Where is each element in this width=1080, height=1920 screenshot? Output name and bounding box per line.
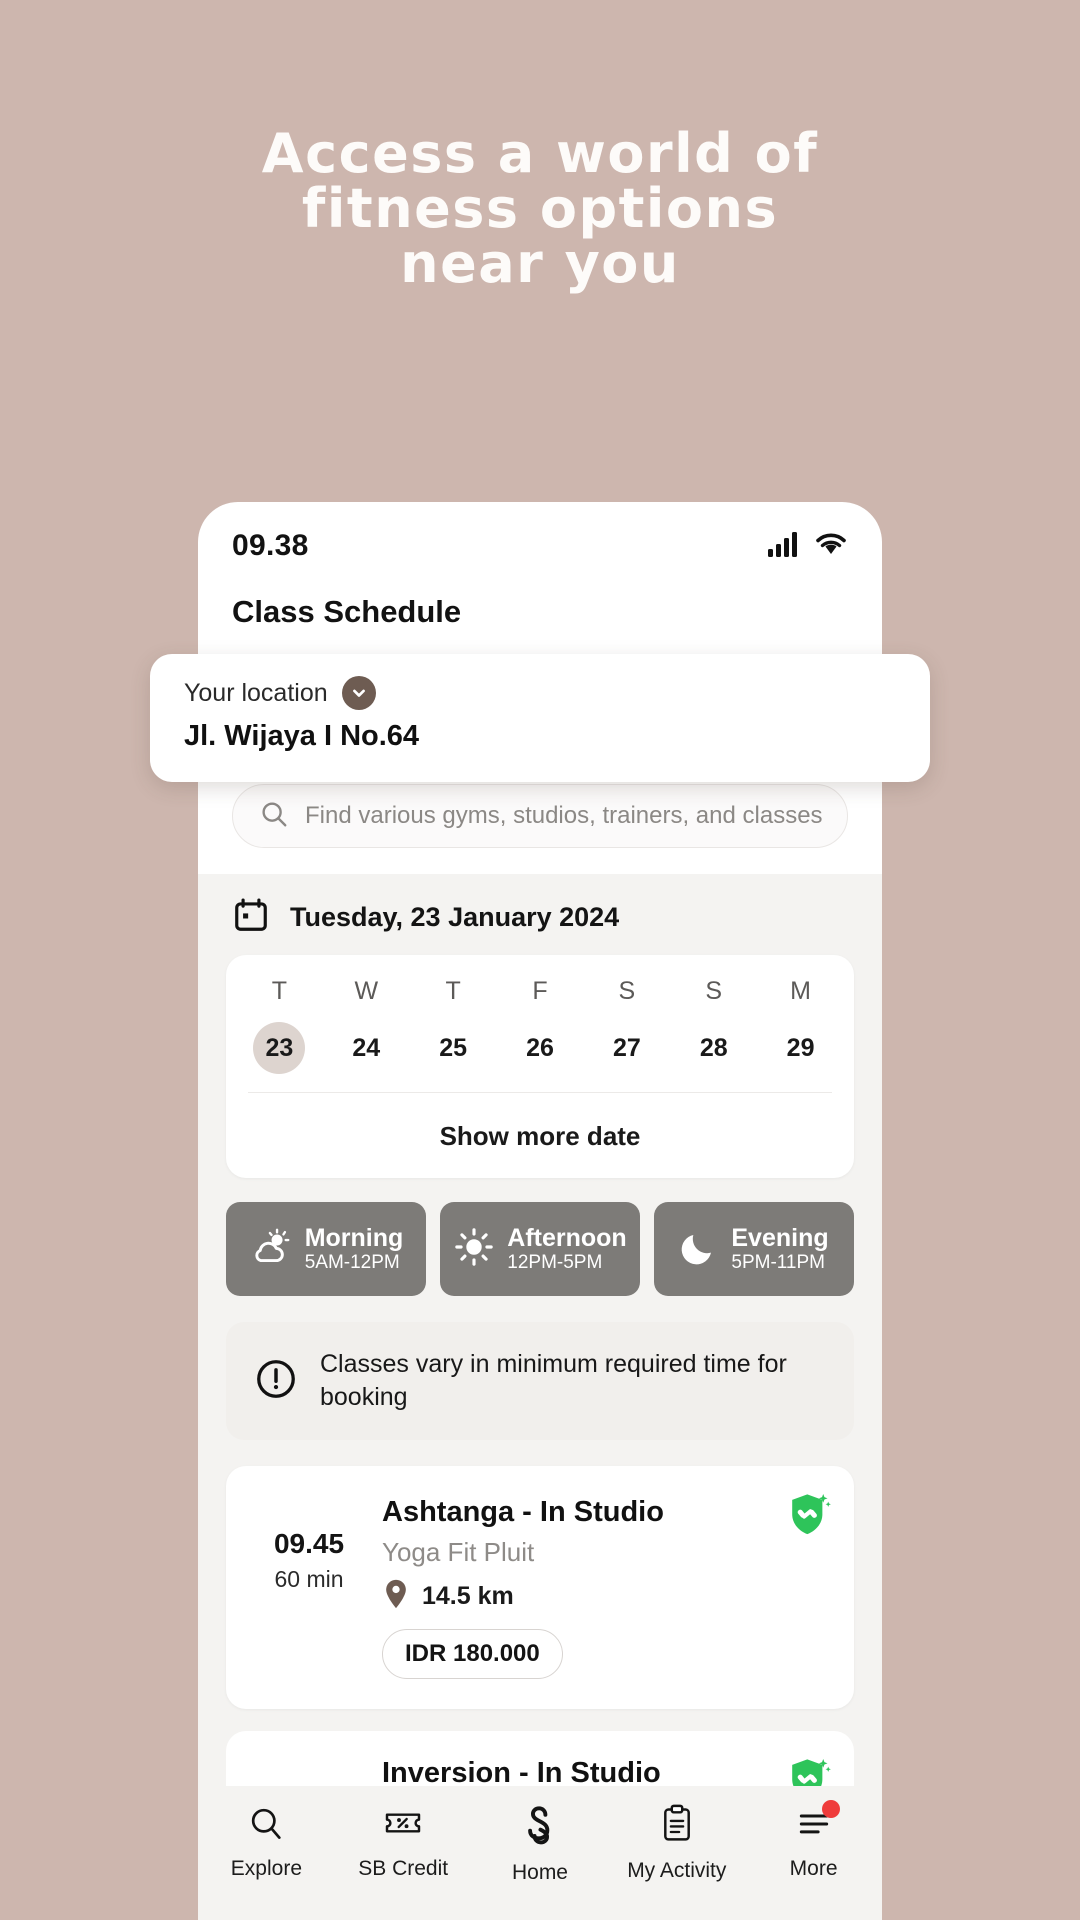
show-more-date-button[interactable]: Show more date xyxy=(226,1093,854,1178)
day-letter: T xyxy=(445,977,461,1005)
search-bar-container: Find various gyms, studios, trainers, an… xyxy=(198,778,882,874)
schedule-body: Tuesday, 23 January 2024 T 23 W 24 T 25 … xyxy=(198,874,882,1820)
nav-item-sb-credit[interactable]: SB Credit xyxy=(335,1804,472,1881)
location-label: Your location xyxy=(184,678,328,707)
nav-item-home[interactable]: Home xyxy=(472,1804,609,1885)
period-name: Afternoon xyxy=(507,1223,627,1252)
screenshot-root: Access a world of fitness options near y… xyxy=(0,0,1080,1920)
class-price-pill: IDR 180.000 xyxy=(382,1629,563,1679)
day-number: 25 xyxy=(439,1034,468,1062)
cloud-sun-icon xyxy=(249,1225,293,1274)
day-strip: T 23 W 24 T 25 F 26 S 27 S 28 M 29 xyxy=(226,955,854,1092)
promo-headline-line-1: Access a world of xyxy=(261,122,819,185)
day-letter: S xyxy=(705,977,723,1005)
period-chip-morning[interactable]: Morning 5AM-12PM xyxy=(226,1202,426,1296)
period-chip-afternoon[interactable]: Afternoon 12PM-5PM xyxy=(440,1202,640,1296)
day-number: 24 xyxy=(352,1034,381,1062)
nav-item-my-activity[interactable]: My Activity xyxy=(608,1804,745,1883)
location-pin-icon xyxy=(382,1578,410,1615)
search-placeholder-text: Find various gyms, studios, trainers, an… xyxy=(305,802,823,829)
day-letter: F xyxy=(532,977,548,1005)
promo-headline-line-2: fitness options xyxy=(301,177,779,241)
chevron-down-icon[interactable] xyxy=(341,676,376,710)
notification-badge-dot xyxy=(821,1800,840,1818)
day-cell-27[interactable]: S 27 xyxy=(583,977,670,1074)
day-cell-29[interactable]: M 29 xyxy=(757,977,844,1074)
day-cell-25[interactable]: T 25 xyxy=(410,977,497,1074)
selected-date-header[interactable]: Tuesday, 23 January 2024 xyxy=(198,874,882,955)
green-shield-icon xyxy=(786,1492,832,1545)
nav-label: My Activity xyxy=(627,1859,727,1882)
nav-label: Home xyxy=(511,1861,568,1884)
day-number: 29 xyxy=(786,1034,815,1062)
logo-s-icon xyxy=(522,1804,558,1851)
search-icon xyxy=(259,799,289,834)
day-cell-26[interactable]: F 26 xyxy=(497,977,584,1074)
nav-label: Explore xyxy=(230,1857,302,1880)
status-bar-time: 09.38 xyxy=(232,529,309,562)
exclamation-circle-icon xyxy=(254,1357,298,1406)
period-time: 5PM-11PM xyxy=(731,1251,825,1273)
day-number: 26 xyxy=(526,1034,554,1062)
day-number: 28 xyxy=(699,1034,728,1062)
page-title: Class Schedule xyxy=(232,594,462,629)
day-number: 27 xyxy=(612,1034,641,1062)
location-value: Jl. Wijaya I No.64 xyxy=(184,720,420,752)
period-filter-row: Morning 5AM-12PM Afternoon 12PM-5PM Even… xyxy=(198,1178,882,1296)
period-time: 12PM-5PM xyxy=(507,1251,603,1273)
promo-headline: Access a world of fitness options near y… xyxy=(0,126,1080,291)
clipboard-icon xyxy=(659,1804,695,1849)
day-cell-23[interactable]: T 23 xyxy=(236,977,323,1074)
day-letter: M xyxy=(790,977,811,1005)
nav-label: SB Credit xyxy=(358,1857,449,1880)
cellular-signal-icon xyxy=(768,531,802,562)
nav-item-explore[interactable]: Explore xyxy=(198,1804,335,1881)
period-time: 5AM-12PM xyxy=(304,1251,400,1273)
period-chip-evening[interactable]: Evening 5PM-11PM xyxy=(654,1202,854,1296)
class-start-time: 09.45 xyxy=(273,1528,345,1559)
promo-headline-line-3: near you xyxy=(400,232,680,296)
selected-date-label: Tuesday, 23 January 2024 xyxy=(290,902,620,932)
class-distance: 14.5 km xyxy=(422,1582,514,1610)
wifi-icon xyxy=(814,531,848,562)
day-letter: S xyxy=(618,977,636,1005)
nav-item-more[interactable]: More xyxy=(745,1800,882,1881)
booking-notice-banner: Classes vary in minimum required time fo… xyxy=(226,1322,854,1440)
bottom-navigation: Explore SB Credit Home My Activity More xyxy=(198,1786,882,1920)
calendar-icon xyxy=(232,896,270,939)
day-cell-24[interactable]: W 24 xyxy=(323,977,410,1074)
ticket-percent-icon xyxy=(383,1804,423,1847)
sun-icon xyxy=(453,1226,495,1273)
day-letter: T xyxy=(271,977,288,1005)
search-input[interactable]: Find various gyms, studios, trainers, an… xyxy=(232,784,848,848)
status-bar: 09.38 xyxy=(198,502,882,576)
search-icon xyxy=(247,1804,285,1847)
day-letter: W xyxy=(354,977,379,1005)
period-name: Evening xyxy=(731,1223,829,1252)
class-card[interactable]: 09.45 60 min Ashtanga - In Studio Yoga F… xyxy=(226,1466,854,1709)
class-venue: Yoga Fit Pluit xyxy=(382,1537,535,1567)
day-number: 23 xyxy=(253,1022,306,1074)
class-duration: 60 min xyxy=(274,1566,344,1592)
class-title: Ashtanga - In Studio xyxy=(382,1496,664,1528)
location-selector-card[interactable]: Your location Jl. Wijaya I No.64 xyxy=(150,654,930,782)
period-name: Morning xyxy=(304,1223,404,1252)
day-cell-28[interactable]: S 28 xyxy=(670,977,757,1074)
nav-label: More xyxy=(789,1857,838,1880)
date-picker-card: T 23 W 24 T 25 F 26 S 27 S 28 M 29 Show … xyxy=(226,955,854,1178)
booking-notice-text: Classes vary in minimum required time fo… xyxy=(320,1350,787,1411)
moon-icon xyxy=(679,1227,719,1272)
